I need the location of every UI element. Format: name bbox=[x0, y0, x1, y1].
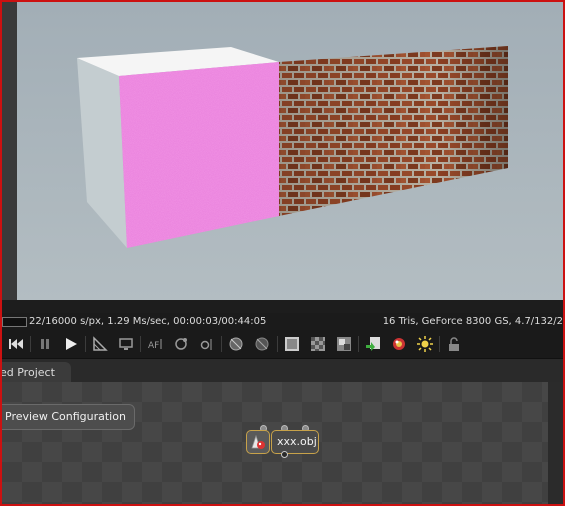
tab-strip: ed Project bbox=[2, 358, 563, 383]
status-bar: 22/16000 s/px, 1.29 Ms/sec, 00:00:03/00:… bbox=[2, 313, 563, 330]
viewport-gutter bbox=[2, 2, 17, 300]
tab-project[interactable]: ed Project bbox=[2, 362, 71, 383]
render-progress bbox=[2, 317, 27, 327]
graph-scrollbar[interactable] bbox=[548, 382, 563, 504]
pause-icon[interactable] bbox=[35, 334, 55, 354]
toolbar-divider bbox=[85, 336, 86, 352]
camera-orbit-icon[interactable] bbox=[171, 334, 191, 354]
node-output-pin[interactable] bbox=[281, 451, 288, 458]
toolbar-divider bbox=[30, 336, 31, 352]
af-icon[interactable]: AF bbox=[145, 334, 165, 354]
gpu-info: 16 Tris, GeForce 8300 GS, 4.7/132/2 bbox=[382, 316, 563, 327]
export-icon[interactable] bbox=[363, 334, 383, 354]
node-graph[interactable]: Preview Configuration xxx.obj bbox=[2, 382, 548, 504]
toolbar-divider bbox=[439, 336, 440, 352]
render-stats: 22/16000 s/px, 1.29 Ms/sec, 00:00:03/00:… bbox=[29, 316, 267, 327]
app-window: 22/16000 s/px, 1.29 Ms/sec, 00:00:03/00:… bbox=[2, 2, 563, 504]
mesh-node[interactable]: xxx.obj bbox=[246, 425, 319, 458]
focus-icon[interactable] bbox=[197, 334, 217, 354]
svg-text:AF: AF bbox=[148, 341, 159, 351]
resolution-icon[interactable] bbox=[282, 334, 302, 354]
toolbar-divider bbox=[358, 336, 359, 352]
monitor-icon[interactable] bbox=[116, 334, 136, 354]
toolbar-divider bbox=[140, 336, 141, 352]
tab-project-label: ed Project bbox=[2, 366, 55, 379]
cube bbox=[77, 47, 279, 248]
play-icon[interactable] bbox=[61, 334, 81, 354]
render-viewport[interactable] bbox=[17, 2, 563, 300]
mesh-node-label: xxx.obj bbox=[271, 430, 319, 454]
mesh-node-icon bbox=[246, 430, 270, 454]
toolbar-divider bbox=[277, 336, 278, 352]
sphere-disabled-icon[interactable] bbox=[252, 334, 272, 354]
region-render-icon[interactable] bbox=[90, 334, 110, 354]
light-icon[interactable] bbox=[415, 334, 435, 354]
lock-icon[interactable] bbox=[444, 334, 464, 354]
render-scene bbox=[17, 2, 563, 300]
checker-icon[interactable] bbox=[308, 334, 328, 354]
material-icon[interactable] bbox=[389, 334, 409, 354]
layers-icon[interactable] bbox=[334, 334, 354, 354]
sphere-icon[interactable] bbox=[226, 334, 246, 354]
render-toolbar: AF bbox=[2, 330, 563, 358]
rewind-icon[interactable] bbox=[6, 334, 26, 354]
toolbar-divider bbox=[221, 336, 222, 352]
preview-configuration-button[interactable]: Preview Configuration bbox=[2, 404, 135, 430]
